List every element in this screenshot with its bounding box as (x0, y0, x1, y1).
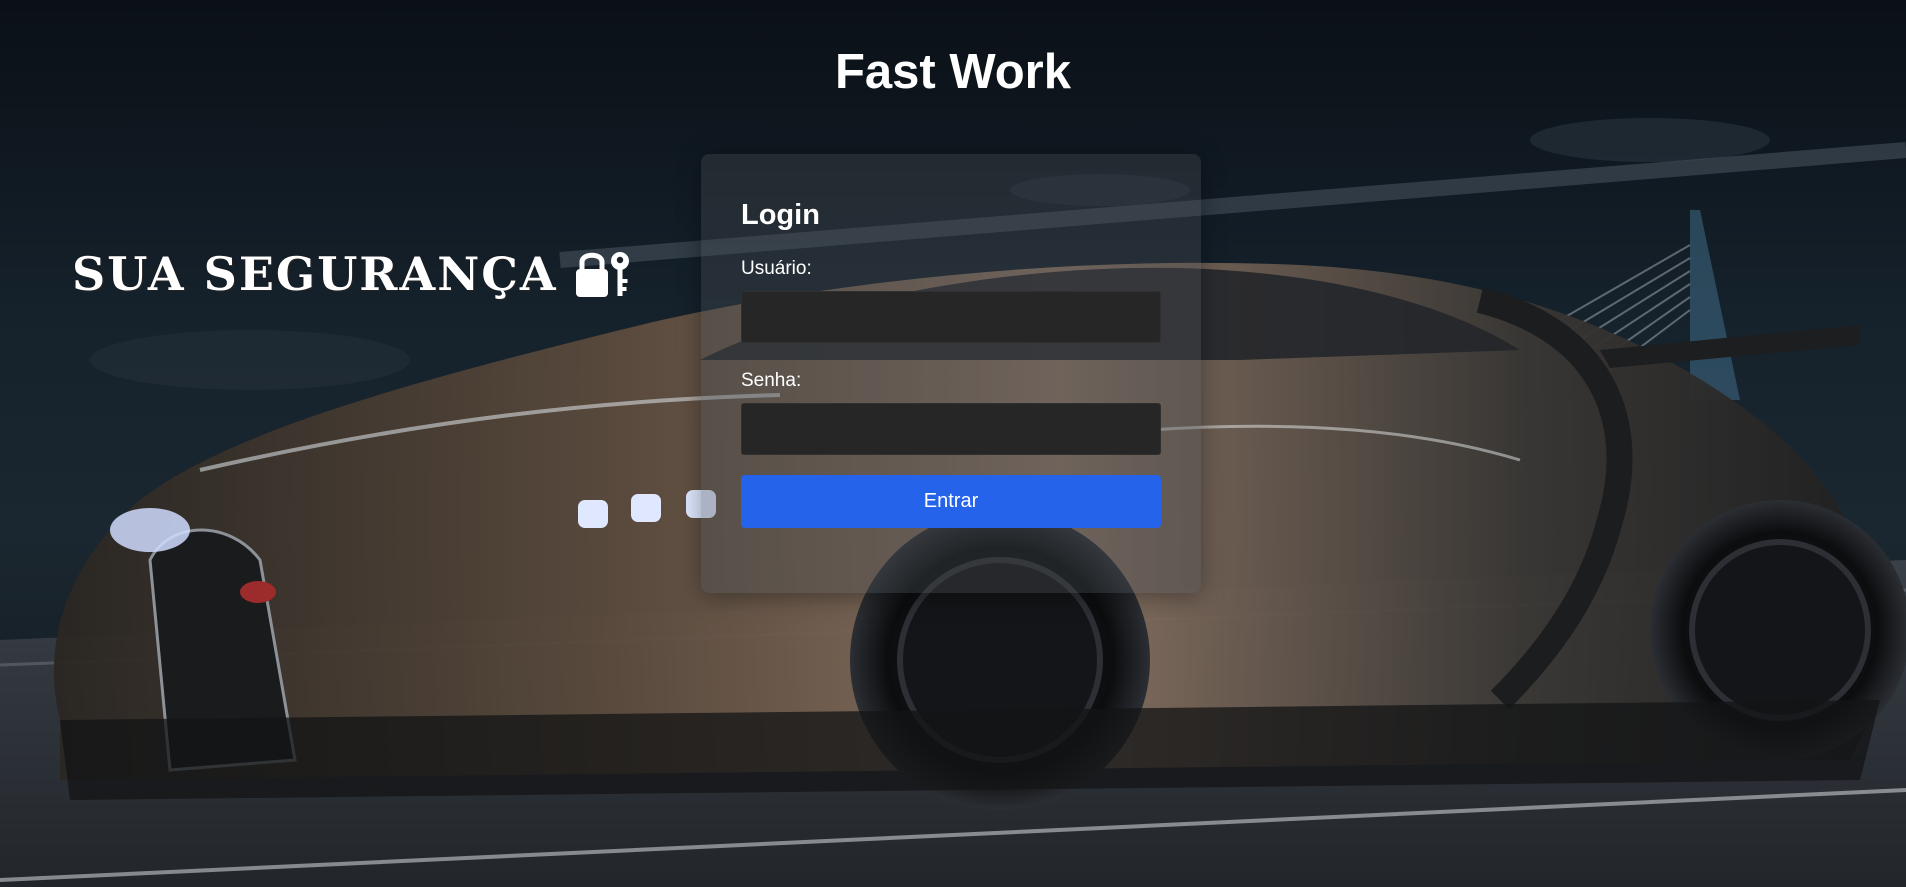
page-title: Fast Work (835, 45, 1071, 99)
password-label: Senha: (741, 370, 802, 391)
lock-key-icon (572, 247, 634, 301)
login-page: Fast Work SUA SEGURANÇA Login Usuário: S (0, 0, 1906, 887)
username-input[interactable] (741, 291, 1161, 343)
tagline-text: SUA SEGURANÇA (72, 247, 558, 301)
login-form: Login Usuário: Senha: Entrar (701, 154, 1201, 593)
password-group: Senha: (741, 370, 1161, 455)
login-button[interactable]: Entrar (741, 475, 1161, 528)
security-tagline: SUA SEGURANÇA (72, 244, 634, 304)
password-input[interactable] (741, 403, 1161, 455)
login-heading: Login (741, 199, 820, 231)
username-group: Usuário: (741, 258, 1161, 343)
username-label: Usuário: (741, 258, 812, 279)
